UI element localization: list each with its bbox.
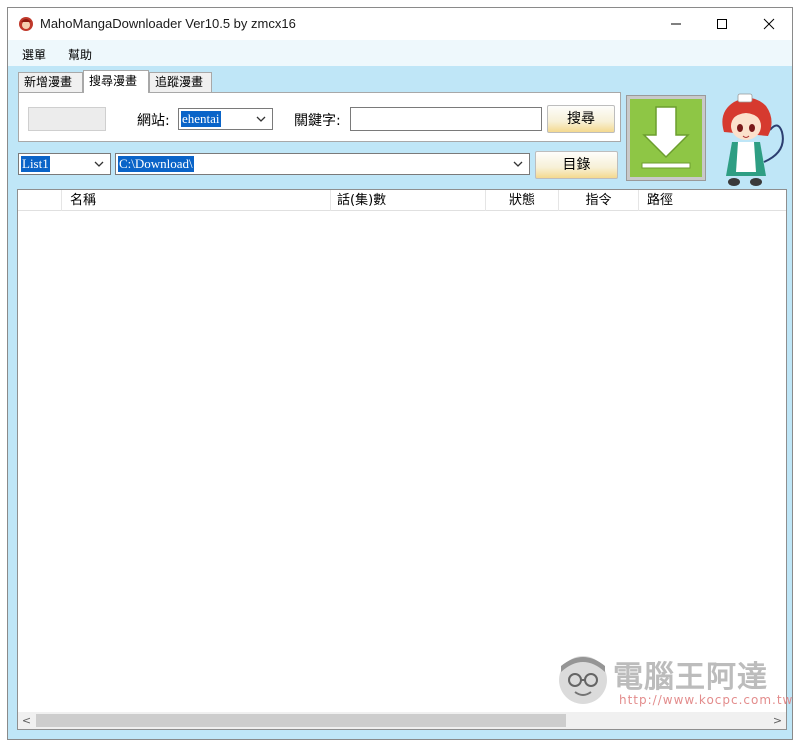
download-arrow-icon [641,106,691,169]
watermark: 電腦王阿達 http://www.kocpc.com.tw [553,648,792,718]
directory-select-value: C:\Download\ [118,156,194,172]
title-bar: MahoMangaDownloader Ver10.5 by zmcx16 [8,8,792,40]
tab-search-manga[interactable]: 搜尋漫畫 [83,70,149,93]
tab-track-manga[interactable]: 追蹤漫畫 [149,72,212,92]
search-panel: 網站: ehentai 關鍵字: 搜尋 [18,92,621,142]
column-header-blank[interactable] [18,190,62,211]
window-title: MahoMangaDownloader Ver10.5 by zmcx16 [40,16,296,31]
download-button[interactable] [626,95,706,181]
site-select[interactable]: ehentai [178,108,273,130]
maximize-icon [717,19,727,29]
chevron-down-icon [256,116,266,122]
chevron-down-icon [94,161,104,167]
keyword-input[interactable] [350,107,542,131]
site-select-value: ehentai [181,111,221,127]
app-logo-icon [19,17,33,31]
watermark-face-icon [559,656,607,704]
chevron-down-icon [513,161,523,167]
watermark-text: 電腦王阿達 [613,660,768,695]
status-box [28,107,106,131]
column-header-path[interactable]: 路徑 [639,190,786,211]
directory-button[interactable]: 目錄 [535,151,618,179]
menu-item-help[interactable]: 幫助 [68,46,92,63]
minimize-button[interactable] [653,8,699,40]
search-button[interactable]: 搜尋 [547,105,615,133]
directory-select[interactable]: C:\Download\ [115,153,530,175]
menu-item-menu[interactable]: 選單 [22,46,46,63]
site-label: 網站: [137,113,170,129]
close-button[interactable] [746,8,792,40]
column-header-episodes[interactable]: 話(集)數 [331,190,486,211]
list-select-value: List1 [21,156,50,172]
scroll-left-arrow[interactable]: < [18,712,35,729]
column-header-name[interactable]: 名稱 [62,190,331,211]
mascot-image [722,93,784,186]
list-select[interactable]: List1 [18,153,111,175]
app-window: MahoMangaDownloader Ver10.5 by zmcx16 選單… [7,7,793,740]
column-header-status[interactable]: 狀態 [486,190,559,211]
scrollbar-thumb[interactable] [36,714,566,727]
watermark-url: http://www.kocpc.com.tw [619,693,794,707]
column-header-command[interactable]: 指令 [559,190,639,211]
maximize-button[interactable] [699,8,745,40]
tab-add-manga[interactable]: 新增漫畫 [18,72,83,92]
minimize-icon [671,23,681,25]
keyword-label: 關鍵字: [294,113,341,129]
close-icon [763,18,775,30]
menu-bar: 選單 幫助 [8,40,792,66]
list-header: 名稱 話(集)數 狀態 指令 路徑 [18,190,786,211]
